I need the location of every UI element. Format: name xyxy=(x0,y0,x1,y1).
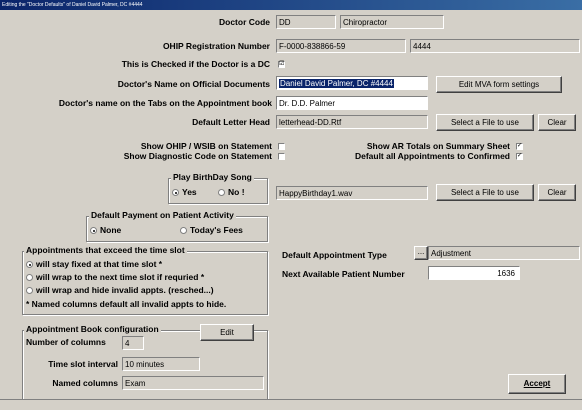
doctor-code-label: Doctor Code xyxy=(219,17,270,27)
default-confirmed-label: Default all Appointments to Confirmed xyxy=(354,151,510,161)
default-confirmed-checkbox[interactable]: ✓ xyxy=(516,153,523,160)
birthday-file-field[interactable]: HappyBirthday1.wav xyxy=(276,186,428,200)
payment-none-radio[interactable]: None xyxy=(90,225,121,236)
next-patient-label: Next Available Patient Number xyxy=(282,269,405,279)
interval-label: Time slot interval xyxy=(48,359,118,369)
letterhead-select-button[interactable]: Select a File to use xyxy=(436,114,534,131)
specialty-field[interactable]: Chiropractor xyxy=(340,15,444,29)
apptbook-edit-button[interactable]: Edit xyxy=(200,324,254,341)
exceed-group-title: Appointments that exceed the time slot xyxy=(24,245,187,256)
payment-group-title: Default Payment on Patient Activity xyxy=(89,210,236,221)
radio-empty-icon xyxy=(26,287,33,294)
birthday-select-button[interactable]: Select a File to use xyxy=(436,184,534,201)
radio-selected-icon xyxy=(26,261,33,268)
doctor-defaults-form: Doctor Code DD Chiropractor OHIP Registr… xyxy=(0,10,582,410)
ohip-label: OHIP Registration Number xyxy=(162,41,270,51)
birthday-clear-button[interactable]: Clear xyxy=(538,184,576,201)
show-ar-checkbox[interactable]: ✓ xyxy=(516,143,523,150)
columns-field[interactable]: 4 xyxy=(122,336,144,350)
official-name-label: Doctor's Name on Official Documents xyxy=(117,79,270,89)
letterhead-clear-button[interactable]: Clear xyxy=(538,114,576,131)
tab-name-label: Doctor's name on the Tabs on the Appoint… xyxy=(58,98,272,108)
appt-type-field[interactable]: Adjustment xyxy=(428,246,580,260)
radio-selected-icon xyxy=(172,189,179,196)
official-name-field[interactable]: Daniel David Palmer, DC #4444 xyxy=(276,76,428,90)
status-bar xyxy=(0,399,582,410)
birthday-no-radio[interactable]: No ! xyxy=(218,187,245,198)
is-dc-label: This is Checked if the Doctor is a DC xyxy=(121,59,270,69)
show-diag-checkbox[interactable] xyxy=(278,153,285,160)
radio-empty-icon xyxy=(218,189,225,196)
named-columns-field[interactable]: Exam xyxy=(122,376,264,390)
show-diag-label: Show Diagnostic Code on Statement xyxy=(123,151,272,161)
birthday-yes-radio[interactable]: Yes xyxy=(172,187,197,198)
appt-type-label: Default Appointment Type xyxy=(282,250,387,260)
edit-mva-button[interactable]: Edit MVA form settings xyxy=(436,76,562,93)
radio-selected-icon xyxy=(90,227,97,234)
payment-today-radio[interactable]: Today's Fees xyxy=(180,225,243,236)
exceed-wrap-radio[interactable]: will wrap to the next time slot if requr… xyxy=(26,272,204,283)
accept-button[interactable]: Accept xyxy=(508,374,566,394)
tab-name-field[interactable]: Dr. D.D. Palmer xyxy=(276,96,428,110)
next-patient-field[interactable]: 1636 xyxy=(428,266,520,280)
interval-field[interactable]: 10 minutes xyxy=(122,357,200,371)
ohip-extra-field[interactable]: 4444 xyxy=(410,39,580,53)
is-dc-checkbox[interactable]: ☑ xyxy=(278,61,285,68)
exceed-fixed-radio[interactable]: will stay fixed at that time slot * xyxy=(26,259,162,270)
apptbook-group-title: Appointment Book configuration xyxy=(24,324,161,335)
window-title: Editing the "Doctor Defaults" of Daniel … xyxy=(0,0,582,10)
named-columns-label: Named columns xyxy=(52,378,118,388)
radio-empty-icon xyxy=(180,227,187,234)
exceed-note: * Named columns default all invalid appt… xyxy=(26,299,227,309)
appt-type-picker-button[interactable]: ... xyxy=(414,246,428,260)
ohip-field[interactable]: F-0000-838866-59 xyxy=(276,39,406,53)
letterhead-label: Default Letter Head xyxy=(192,117,270,127)
show-ohip-checkbox[interactable] xyxy=(278,143,285,150)
exceed-hide-radio[interactable]: will wrap and hide invalid appts. (resch… xyxy=(26,285,214,296)
letterhead-field[interactable]: letterhead-DD.Rtf xyxy=(276,115,428,129)
columns-label: Number of columns xyxy=(26,337,106,347)
birthday-group-title: Play BirthDay Song xyxy=(171,172,254,183)
radio-empty-icon xyxy=(26,274,33,281)
doctor-code-field[interactable]: DD xyxy=(276,15,336,29)
